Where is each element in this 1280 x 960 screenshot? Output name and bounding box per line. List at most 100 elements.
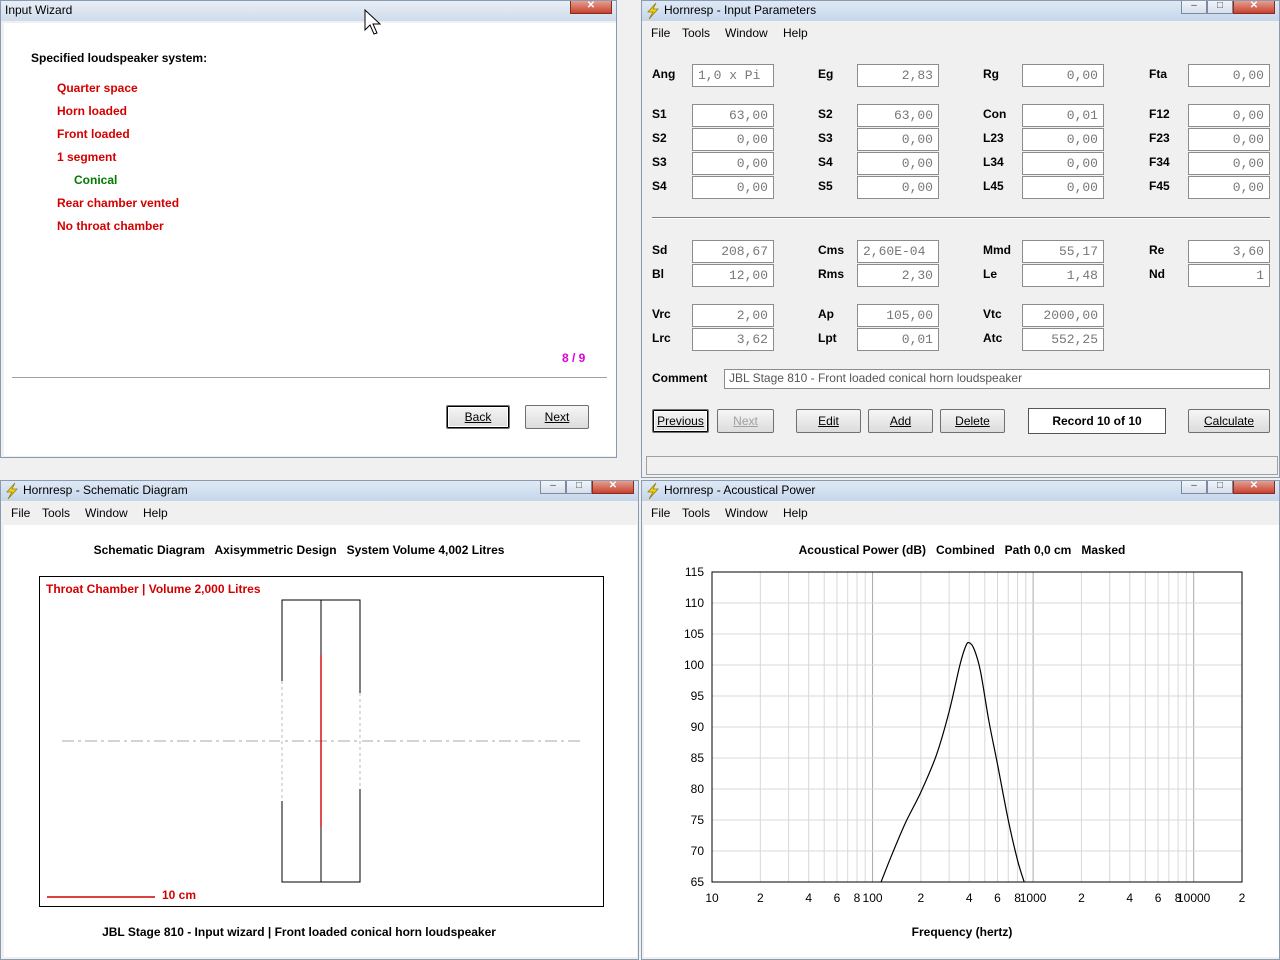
- acoustical-power-window: Hornresp - Acoustical Power – □ ✕ File T…: [641, 480, 1280, 960]
- previous-button[interactable]: Previous: [652, 409, 709, 433]
- param-label: Rg: [983, 67, 999, 81]
- param-field[interactable]: 0,00: [1188, 152, 1270, 175]
- add-button[interactable]: Add: [868, 409, 933, 433]
- input-wizard-window: Input Wizard ✕ Specified loudspeaker sys…: [0, 0, 617, 458]
- comment-field[interactable]: JBL Stage 810 - Front loaded conical hor…: [724, 369, 1270, 389]
- x-tick-label: 10: [705, 891, 719, 905]
- delete-button[interactable]: Delete: [940, 409, 1005, 433]
- param-field[interactable]: 0,00: [1022, 128, 1104, 151]
- param-label: Sd: [652, 243, 668, 257]
- param-field[interactable]: 2,00: [692, 304, 774, 327]
- lightning-icon: [6, 482, 18, 500]
- param-field-rg[interactable]: 0,00: [1022, 64, 1104, 87]
- param-field[interactable]: 0,00: [1188, 176, 1270, 199]
- param-field[interactable]: 0,00: [857, 152, 939, 175]
- wizard-item: Rear chamber vented: [57, 196, 180, 210]
- param-field[interactable]: 0,00: [692, 128, 774, 151]
- param-field[interactable]: 0,00: [692, 176, 774, 199]
- menu-tools[interactable]: Tools: [682, 506, 710, 520]
- param-field[interactable]: 3,60: [1188, 240, 1270, 263]
- param-label: S4: [818, 155, 833, 169]
- menu-tools[interactable]: Tools: [682, 26, 710, 40]
- menu-window[interactable]: Window: [725, 506, 768, 520]
- acoustical-power-titlebar[interactable]: Hornresp - Acoustical Power – □ ✕: [642, 481, 1279, 501]
- back-button[interactable]: Back: [446, 405, 510, 429]
- param-label: S3: [652, 155, 667, 169]
- minimize-button[interactable]: –: [1181, 1, 1207, 14]
- param-field[interactable]: 0,00: [857, 128, 939, 151]
- param-field-fta[interactable]: 0,00: [1188, 64, 1270, 87]
- lightning-icon: [647, 2, 659, 20]
- menu-help[interactable]: Help: [143, 506, 168, 520]
- param-field[interactable]: 105,00: [857, 304, 939, 327]
- menu-file[interactable]: File: [11, 506, 30, 520]
- param-label: Nd: [1149, 267, 1165, 281]
- param-field[interactable]: 0,00: [857, 176, 939, 199]
- param-field[interactable]: 2,60E-04: [857, 240, 939, 263]
- menu-bar: File Tools Window Help: [642, 503, 1279, 523]
- param-field[interactable]: 12,00: [692, 264, 774, 287]
- param-field[interactable]: 63,00: [857, 104, 939, 127]
- maximize-button[interactable]: □: [1207, 481, 1233, 494]
- schematic-drawing: [47, 599, 580, 898]
- param-field[interactable]: 2000,00: [1022, 304, 1104, 327]
- next-button[interactable]: Next: [525, 405, 589, 429]
- input-wizard-titlebar[interactable]: Input Wizard ✕: [1, 1, 616, 21]
- param-field[interactable]: 55,17: [1022, 240, 1104, 263]
- menu-file[interactable]: File: [651, 26, 670, 40]
- param-field[interactable]: 0,00: [1188, 128, 1270, 151]
- next-record-button[interactable]: Next: [717, 409, 774, 433]
- mouse-cursor-icon: [364, 9, 382, 35]
- x-tick-label: 8: [854, 891, 861, 905]
- menu-window[interactable]: Window: [85, 506, 128, 520]
- param-label: Le: [983, 267, 998, 281]
- close-button[interactable]: ✕: [1233, 481, 1275, 494]
- menu-file[interactable]: File: [651, 506, 670, 520]
- param-field[interactable]: 63,00: [692, 104, 774, 127]
- param-label: S2: [652, 131, 667, 145]
- y-tick-label: 80: [691, 782, 705, 796]
- param-field[interactable]: 0,01: [1022, 104, 1104, 127]
- param-field[interactable]: 0,00: [1188, 104, 1270, 127]
- schematic-footer: JBL Stage 810 - Input wizard | Front loa…: [102, 925, 496, 939]
- param-field-eg[interactable]: 2,83: [857, 64, 939, 87]
- menu-tools[interactable]: Tools: [42, 506, 70, 520]
- y-tick-label: 75: [691, 813, 705, 827]
- param-field[interactable]: 2,30: [857, 264, 939, 287]
- param-field[interactable]: 0,00: [1022, 176, 1104, 199]
- param-field[interactable]: 552,25: [1022, 328, 1104, 351]
- edit-button[interactable]: Edit: [796, 409, 861, 433]
- minimize-button[interactable]: –: [1181, 481, 1207, 494]
- x-tick-label: 10000: [1177, 891, 1211, 905]
- close-button[interactable]: ✕: [570, 1, 612, 14]
- param-field[interactable]: 0,00: [1022, 152, 1104, 175]
- maximize-button[interactable]: □: [1207, 1, 1233, 14]
- param-field[interactable]: 208,67: [692, 240, 774, 263]
- minimize-button[interactable]: –: [540, 481, 566, 494]
- window-title: Hornresp - Schematic Diagram: [23, 483, 188, 497]
- close-button[interactable]: ✕: [592, 481, 634, 494]
- input-parameters-titlebar[interactable]: Hornresp - Input Parameters – □ ✕: [642, 1, 1279, 21]
- calculate-button[interactable]: Calculate: [1188, 409, 1270, 433]
- x-tick-label: 4: [805, 891, 812, 905]
- param-field[interactable]: 3,62: [692, 328, 774, 351]
- schematic-titlebar[interactable]: Hornresp - Schematic Diagram – □ ✕: [1, 481, 638, 501]
- menu-help[interactable]: Help: [783, 506, 808, 520]
- param-label: Vtc: [983, 307, 1002, 321]
- menu-help[interactable]: Help: [783, 26, 808, 40]
- param-field[interactable]: 0,00: [692, 152, 774, 175]
- y-tick-label: 85: [691, 751, 705, 765]
- param-label: Bl: [652, 267, 664, 281]
- param-field[interactable]: 1,48: [1022, 264, 1104, 287]
- window-title: Hornresp - Acoustical Power: [664, 483, 816, 497]
- param-label: Mmd: [983, 243, 1011, 257]
- window-title: Input Wizard: [5, 3, 73, 17]
- param-label: L23: [983, 131, 1004, 145]
- param-field[interactable]: 0,01: [857, 328, 939, 351]
- maximize-button[interactable]: □: [566, 481, 592, 494]
- param-field[interactable]: 1: [1188, 264, 1270, 287]
- param-field-ang[interactable]: 1,0 x Pi: [692, 64, 774, 87]
- y-tick-label: 70: [691, 844, 705, 858]
- menu-window[interactable]: Window: [725, 26, 768, 40]
- close-button[interactable]: ✕: [1233, 1, 1275, 14]
